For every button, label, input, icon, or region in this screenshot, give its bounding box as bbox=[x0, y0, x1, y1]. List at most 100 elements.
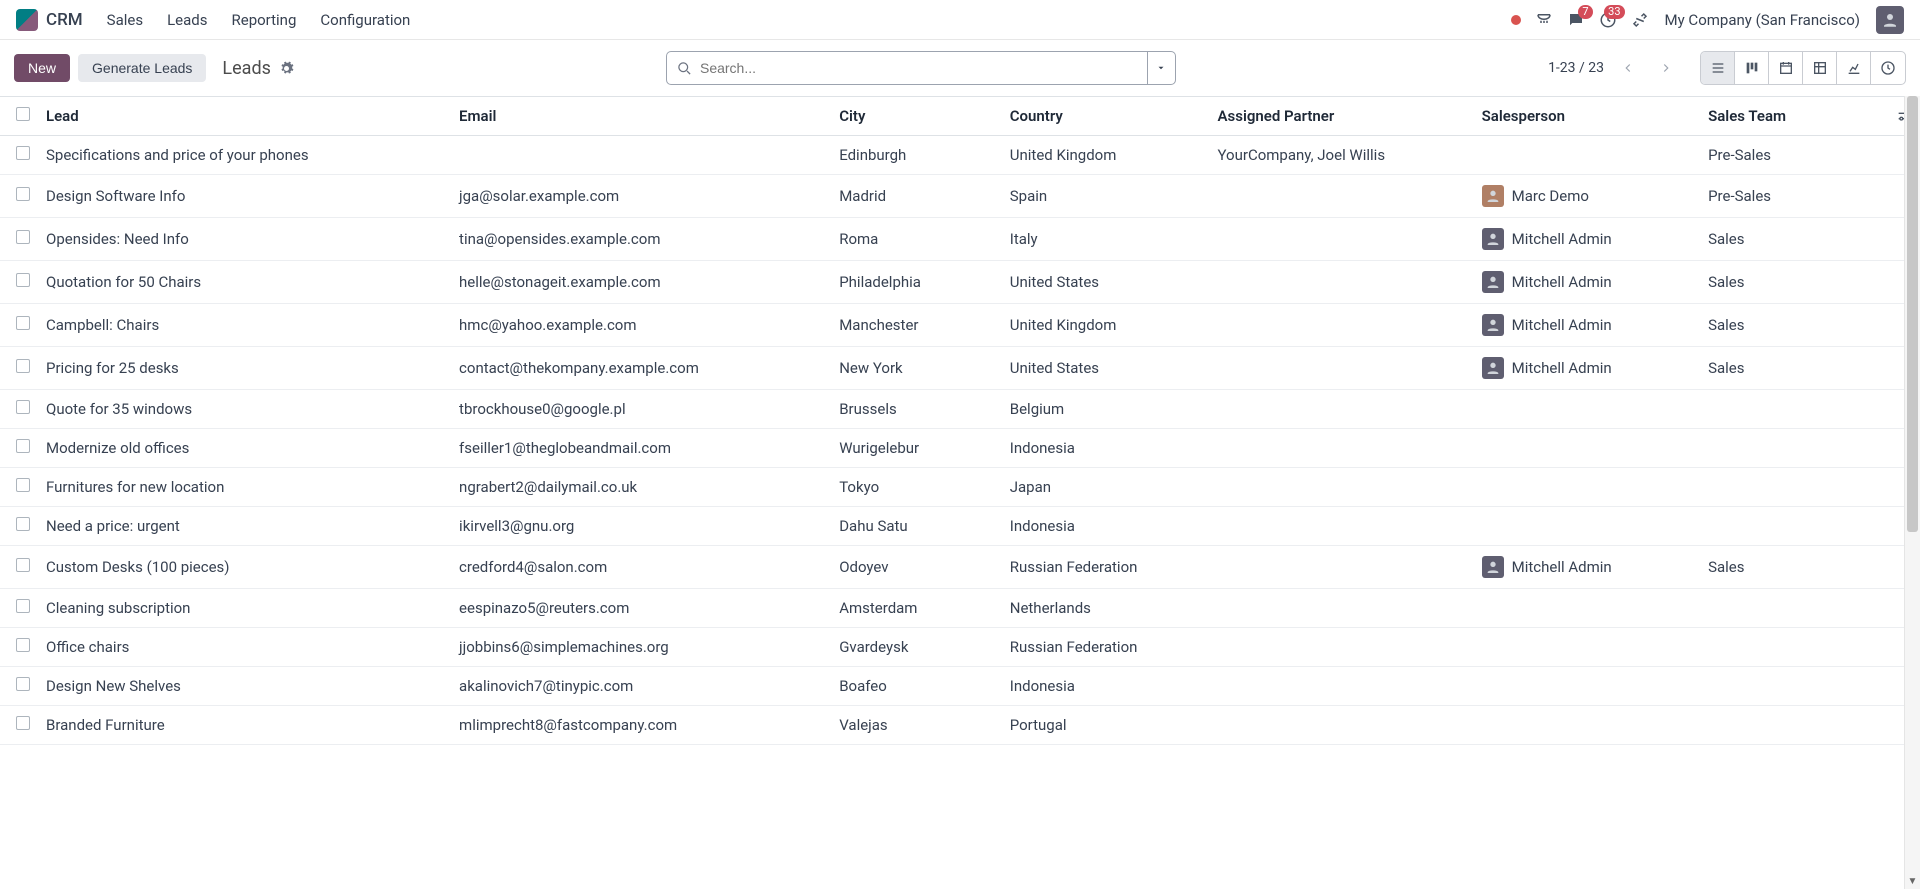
nav-item-configuration[interactable]: Configuration bbox=[320, 11, 410, 29]
row-checkbox[interactable] bbox=[0, 304, 38, 347]
cell-email bbox=[451, 136, 831, 175]
row-checkbox[interactable] bbox=[0, 507, 38, 546]
cell-salesperson bbox=[1474, 390, 1700, 429]
salesperson-avatar bbox=[1482, 271, 1504, 293]
generate-leads-button[interactable]: Generate Leads bbox=[78, 54, 206, 82]
table-row[interactable]: Pricing for 25 deskscontact@thekompany.e… bbox=[0, 347, 1920, 390]
cell-city: Madrid bbox=[831, 175, 1002, 218]
user-avatar[interactable] bbox=[1876, 6, 1904, 34]
cell-salesperson bbox=[1474, 628, 1700, 667]
col-header-partner[interactable]: Assigned Partner bbox=[1210, 97, 1474, 136]
table-row[interactable]: Cleaning subscriptioneespinazo5@reuters.… bbox=[0, 589, 1920, 628]
scroll-thumb[interactable] bbox=[1907, 96, 1918, 532]
cell-partner bbox=[1210, 347, 1474, 390]
col-header-country[interactable]: Country bbox=[1002, 97, 1210, 136]
row-checkbox[interactable] bbox=[0, 218, 38, 261]
search-input[interactable] bbox=[700, 60, 1137, 76]
table-row[interactable]: Furnitures for new locationngrabert2@dai… bbox=[0, 468, 1920, 507]
row-checkbox[interactable] bbox=[0, 136, 38, 175]
col-header-lead[interactable]: Lead bbox=[38, 97, 451, 136]
col-header-city[interactable]: City bbox=[831, 97, 1002, 136]
nav-item-leads[interactable]: Leads bbox=[167, 11, 207, 29]
scroll-down-icon[interactable]: ▼ bbox=[1905, 873, 1920, 889]
salesperson-name: Mitchell Admin bbox=[1512, 273, 1612, 291]
row-checkbox[interactable] bbox=[0, 706, 38, 745]
view-calendar-button[interactable] bbox=[1769, 52, 1803, 84]
view-kanban-button[interactable] bbox=[1735, 52, 1769, 84]
cell-lead: Opensides: Need Info bbox=[38, 218, 451, 261]
search-box[interactable] bbox=[666, 51, 1148, 85]
table-row[interactable]: Modernize old officesfseiller1@theglobea… bbox=[0, 429, 1920, 468]
search-options-toggle[interactable] bbox=[1148, 51, 1176, 85]
cell-lead: Quotation for 50 Chairs bbox=[38, 261, 451, 304]
table-row[interactable]: Quotation for 50 Chairshelle@stonageit.e… bbox=[0, 261, 1920, 304]
view-activity-button[interactable] bbox=[1871, 52, 1905, 84]
checkbox-icon bbox=[16, 439, 30, 453]
cell-team bbox=[1700, 589, 1888, 628]
row-checkbox[interactable] bbox=[0, 546, 38, 589]
cell-lead: Need a price: urgent bbox=[38, 507, 451, 546]
row-checkbox[interactable] bbox=[0, 175, 38, 218]
nav-item-reporting[interactable]: Reporting bbox=[232, 11, 297, 29]
cell-country: Russian Federation bbox=[1002, 628, 1210, 667]
table-row[interactable]: Specifications and price of your phonesE… bbox=[0, 136, 1920, 175]
cell-partner bbox=[1210, 507, 1474, 546]
row-checkbox[interactable] bbox=[0, 347, 38, 390]
app-name[interactable]: CRM bbox=[46, 10, 83, 30]
voip-phone-icon[interactable] bbox=[1535, 11, 1553, 29]
row-checkbox[interactable] bbox=[0, 390, 38, 429]
cell-lead: Pricing for 25 desks bbox=[38, 347, 451, 390]
table-row[interactable]: Office chairsjjobbins6@simplemachines.or… bbox=[0, 628, 1920, 667]
pager-next-button[interactable] bbox=[1652, 53, 1680, 83]
cell-team: Sales bbox=[1700, 546, 1888, 589]
nav-item-sales[interactable]: Sales bbox=[107, 11, 143, 29]
row-checkbox[interactable] bbox=[0, 589, 38, 628]
cell-salesperson: Mitchell Admin bbox=[1474, 261, 1700, 304]
cell-country: Belgium bbox=[1002, 390, 1210, 429]
table-row[interactable]: Quote for 35 windowstbrockhouse0@google.… bbox=[0, 390, 1920, 429]
company-switcher[interactable]: My Company (San Francisco) bbox=[1665, 11, 1860, 29]
table-row[interactable]: Design Software Infojga@solar.example.co… bbox=[0, 175, 1920, 218]
table-row[interactable]: Branded Furnituremlimprecht8@fastcompany… bbox=[0, 706, 1920, 745]
cell-country: Netherlands bbox=[1002, 589, 1210, 628]
cell-partner bbox=[1210, 589, 1474, 628]
salesperson-avatar bbox=[1482, 556, 1504, 578]
col-header-salesperson[interactable]: Salesperson bbox=[1474, 97, 1700, 136]
row-checkbox[interactable] bbox=[0, 628, 38, 667]
select-all-header[interactable] bbox=[0, 97, 38, 136]
debug-tools-icon[interactable] bbox=[1631, 11, 1649, 29]
view-list-button[interactable] bbox=[1701, 52, 1735, 84]
table-row[interactable]: Opensides: Need Infotina@opensides.examp… bbox=[0, 218, 1920, 261]
pager-counter[interactable]: 1-23 / 23 bbox=[1548, 60, 1604, 76]
table-row[interactable]: Campbell: Chairshmc@yahoo.example.comMan… bbox=[0, 304, 1920, 347]
new-button[interactable]: New bbox=[14, 54, 70, 82]
breadcrumb: Leads bbox=[222, 58, 293, 79]
row-checkbox[interactable] bbox=[0, 261, 38, 304]
row-checkbox[interactable] bbox=[0, 667, 38, 706]
table-row[interactable]: Design New Shelvesakalinovich7@tinypic.c… bbox=[0, 667, 1920, 706]
view-pivot-button[interactable] bbox=[1803, 52, 1837, 84]
cell-partner bbox=[1210, 218, 1474, 261]
cell-salesperson bbox=[1474, 468, 1700, 507]
col-header-email[interactable]: Email bbox=[451, 97, 831, 136]
app-logo-icon[interactable] bbox=[16, 9, 38, 31]
gear-icon[interactable] bbox=[279, 61, 294, 76]
cell-email: ngrabert2@dailymail.co.uk bbox=[451, 468, 831, 507]
messages-icon[interactable]: 7 bbox=[1567, 11, 1585, 29]
col-header-team[interactable]: Sales Team bbox=[1700, 97, 1888, 136]
cell-city: Amsterdam bbox=[831, 589, 1002, 628]
cell-salesperson: Mitchell Admin bbox=[1474, 347, 1700, 390]
row-checkbox[interactable] bbox=[0, 429, 38, 468]
pager-prev-button[interactable] bbox=[1614, 53, 1642, 83]
view-graph-button[interactable] bbox=[1837, 52, 1871, 84]
cell-country: Indonesia bbox=[1002, 507, 1210, 546]
table-row[interactable]: Need a price: urgentikirvell3@gnu.orgDah… bbox=[0, 507, 1920, 546]
search-container bbox=[666, 51, 1176, 85]
row-checkbox[interactable] bbox=[0, 468, 38, 507]
table-row[interactable]: Custom Desks (100 pieces)credford4@salon… bbox=[0, 546, 1920, 589]
cell-salesperson: Mitchell Admin bbox=[1474, 546, 1700, 589]
vertical-scrollbar[interactable]: ▲ ▼ bbox=[1904, 96, 1920, 889]
cell-salesperson bbox=[1474, 507, 1700, 546]
checkbox-icon bbox=[16, 273, 30, 287]
activities-clock-icon[interactable]: 33 bbox=[1599, 11, 1617, 29]
